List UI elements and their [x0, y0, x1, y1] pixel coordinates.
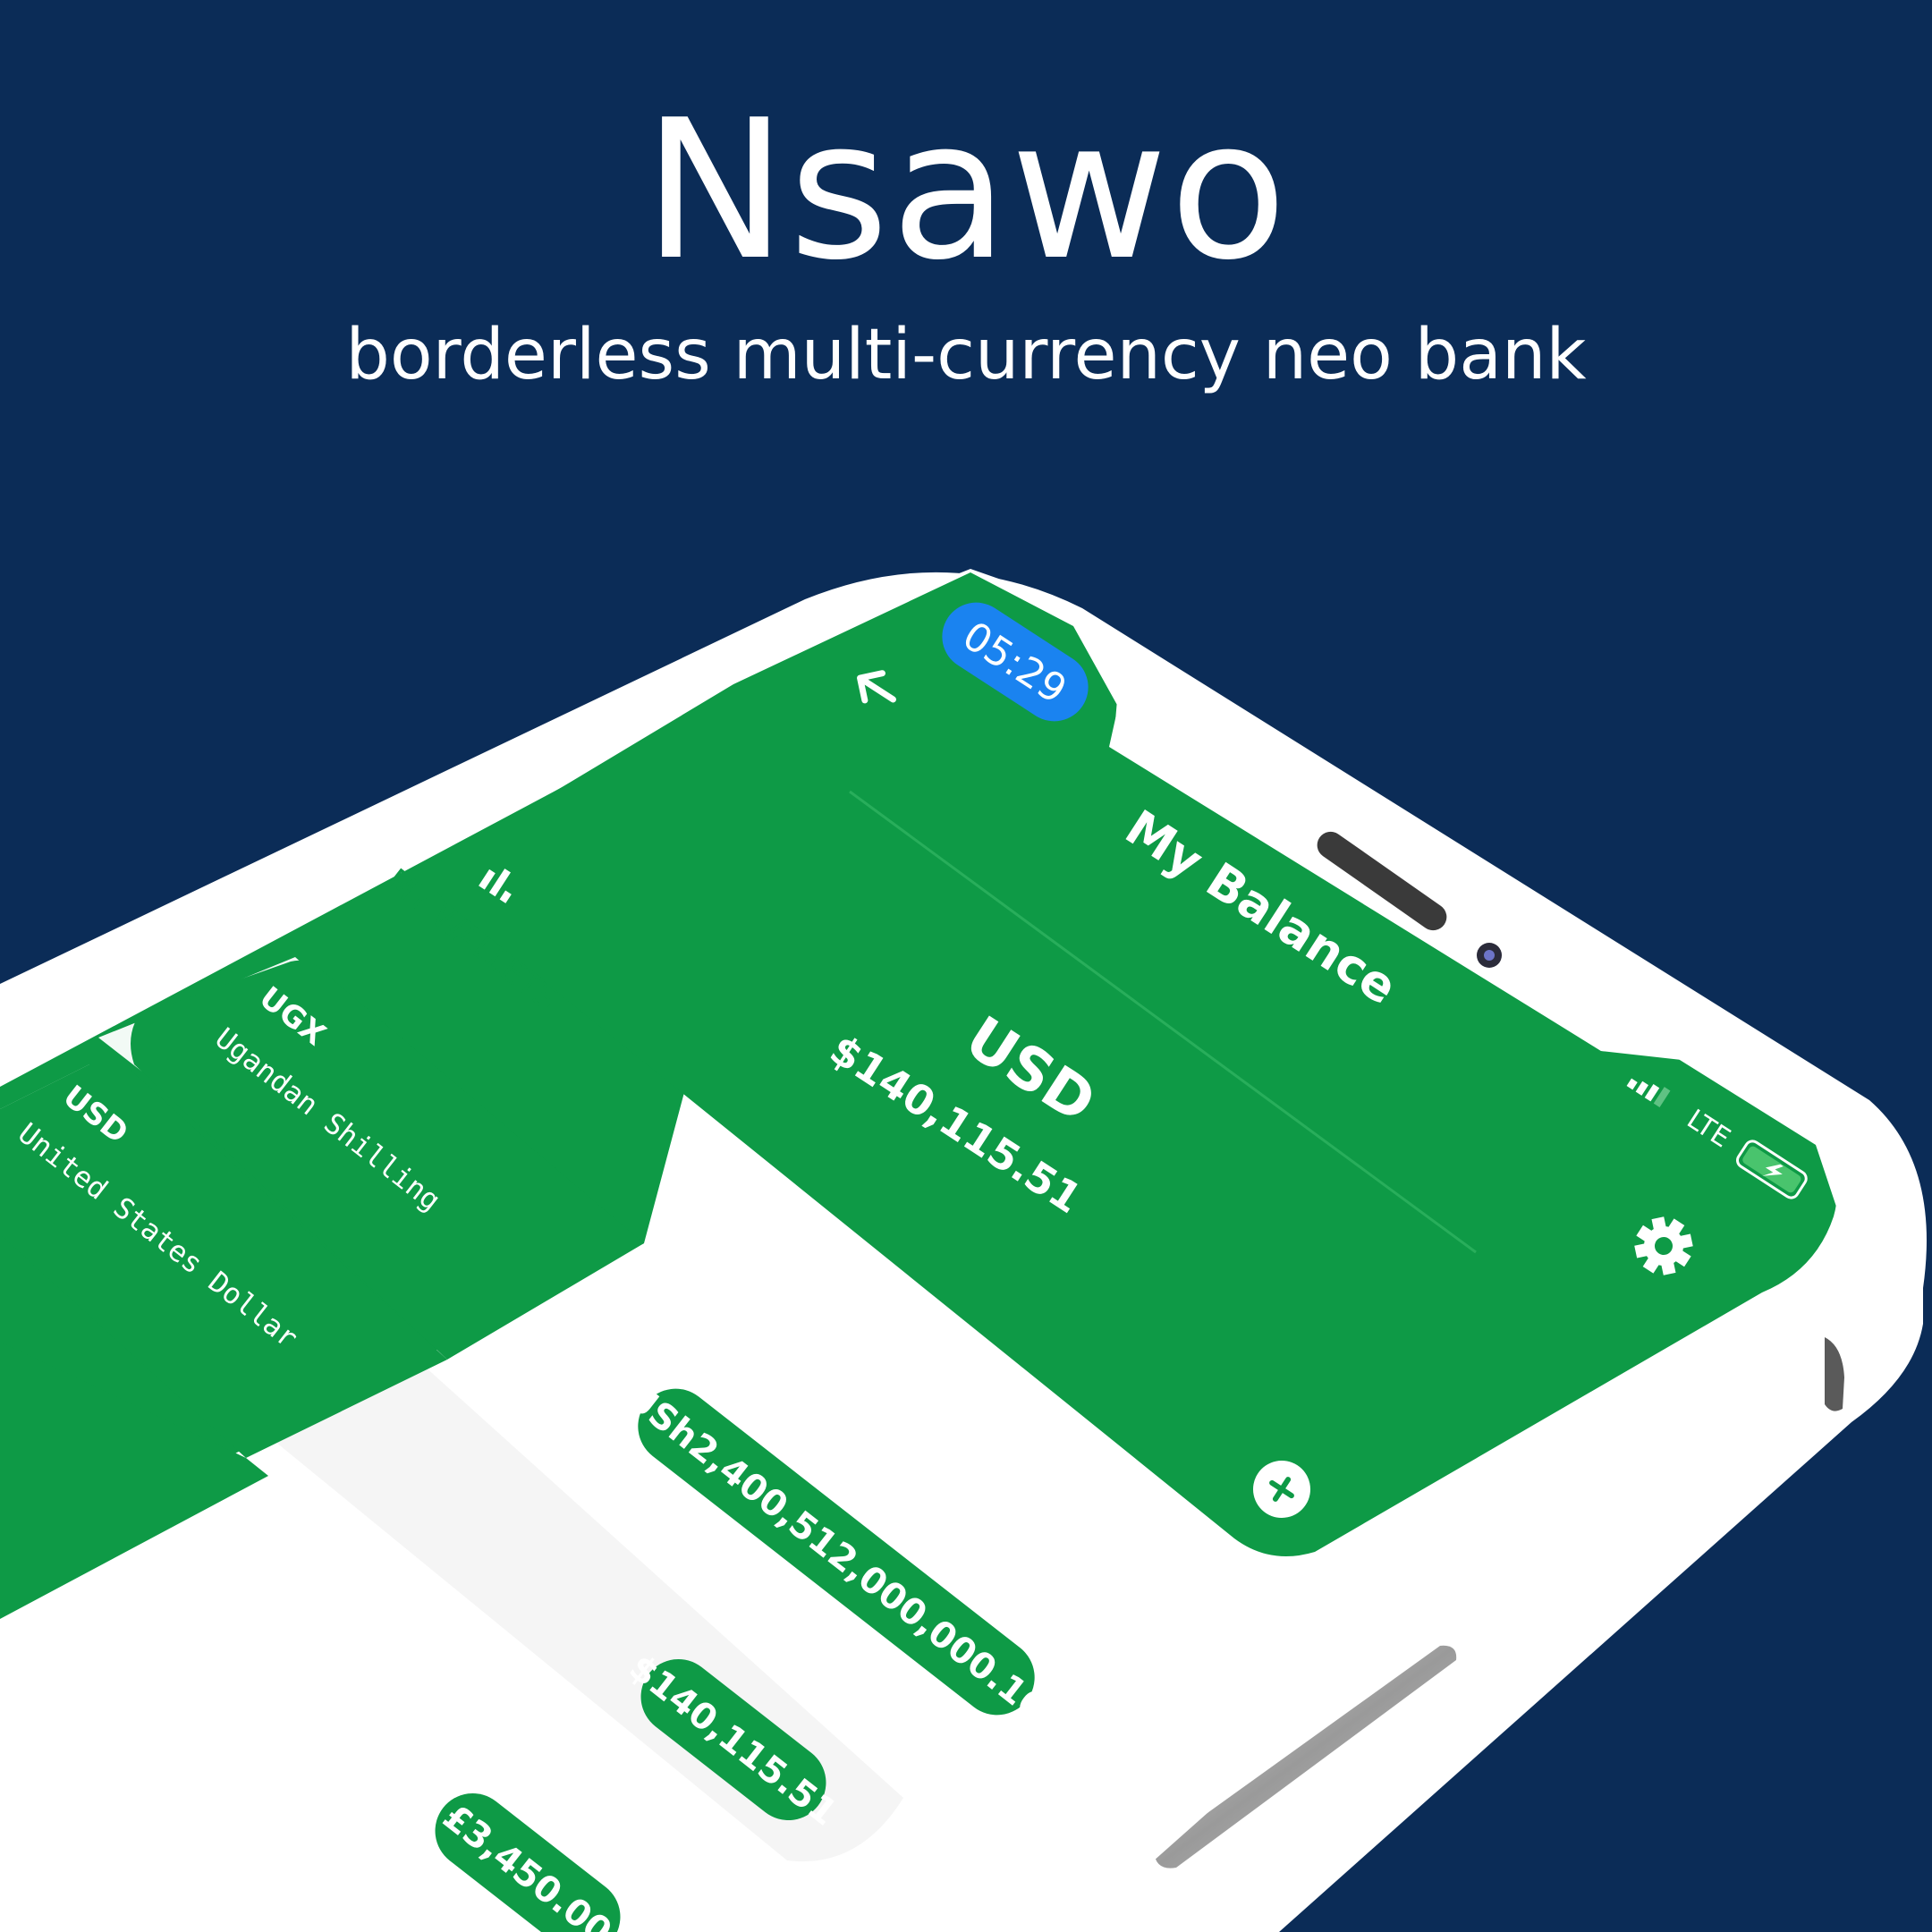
phone-mockup: 05:29 My Balance USD $140,115.51 LTE MY … — [0, 569, 1927, 1932]
promo-page: Nsawo borderless multi-currency neo bank — [0, 0, 1932, 1932]
